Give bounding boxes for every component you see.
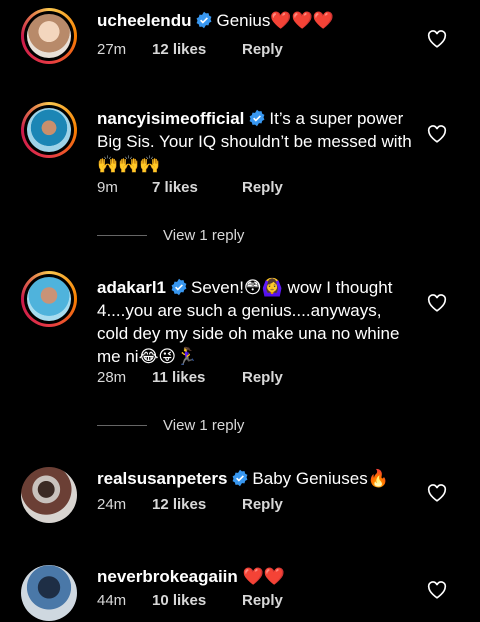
comment-meta: 28m 11 likes Reply bbox=[97, 369, 283, 386]
likes-count[interactable]: 12 likes bbox=[152, 496, 242, 513]
comment-meta: 27m 12 likes Reply bbox=[97, 41, 283, 58]
username-link[interactable]: nancyisimeofficial bbox=[97, 109, 244, 128]
verified-badge-icon bbox=[232, 469, 248, 487]
username-link[interactable]: realsusanpeters bbox=[97, 469, 227, 488]
comments-feed: ucheelendu Genius❤️❤️❤️ 27m 12 likes Repl… bbox=[0, 0, 480, 622]
divider-line bbox=[97, 235, 147, 236]
timestamp: 24m bbox=[97, 496, 127, 513]
comment-text-block: ucheelendu Genius❤️❤️❤️ bbox=[97, 9, 417, 32]
like-heart-icon[interactable] bbox=[427, 294, 447, 312]
likes-count[interactable]: 12 likes bbox=[152, 41, 242, 58]
verified-badge-icon bbox=[197, 11, 212, 29]
verified-badge-icon bbox=[249, 109, 265, 127]
reply-button[interactable]: Reply bbox=[242, 496, 283, 513]
avatar[interactable] bbox=[21, 8, 77, 64]
view-replies-button[interactable]: View 1 reply bbox=[97, 417, 244, 434]
comment-meta: 44m 10 likes Reply bbox=[97, 592, 283, 609]
like-heart-icon[interactable] bbox=[427, 484, 447, 502]
likes-count[interactable]: 7 likes bbox=[152, 179, 242, 196]
reply-button[interactable]: Reply bbox=[242, 592, 283, 609]
likes-count[interactable]: 10 likes bbox=[152, 592, 242, 609]
timestamp: 28m bbox=[97, 369, 127, 386]
verified-badge-icon bbox=[171, 278, 187, 296]
comment-meta: 24m 12 likes Reply bbox=[97, 496, 283, 513]
avatar[interactable] bbox=[21, 271, 77, 327]
like-heart-icon[interactable] bbox=[427, 125, 447, 143]
view-replies-button[interactable]: View 1 reply bbox=[97, 227, 244, 244]
comment-text-block: realsusanpeters Baby Geniuses🔥 bbox=[97, 467, 417, 490]
comment-text: Baby Geniuses🔥 bbox=[252, 469, 389, 488]
comment-meta: 9m 7 likes Reply bbox=[97, 179, 283, 196]
comment-text: Genius❤️❤️❤️ bbox=[216, 11, 334, 30]
username-link[interactable]: neverbrokeagaiin bbox=[97, 567, 238, 586]
view-replies-label[interactable]: View 1 reply bbox=[163, 227, 244, 244]
timestamp: 44m bbox=[97, 592, 127, 609]
like-heart-icon[interactable] bbox=[427, 30, 447, 48]
username-link[interactable]: ucheelendu bbox=[97, 11, 191, 30]
reply-button[interactable]: Reply bbox=[242, 369, 283, 386]
timestamp: 27m bbox=[97, 41, 127, 58]
comment-text-block: nancyisimeofficial It’s a super power Big… bbox=[97, 107, 417, 176]
reply-button[interactable]: Reply bbox=[242, 179, 283, 196]
reply-button[interactable]: Reply bbox=[242, 41, 283, 58]
comment-text: ❤️❤️ bbox=[242, 567, 285, 586]
divider-line bbox=[97, 425, 147, 426]
avatar[interactable] bbox=[21, 565, 77, 621]
timestamp: 9m bbox=[97, 179, 118, 196]
comment-text-block: neverbrokeagaiin ❤️❤️ bbox=[97, 565, 417, 588]
view-replies-label[interactable]: View 1 reply bbox=[163, 417, 244, 434]
like-heart-icon[interactable] bbox=[427, 581, 447, 599]
avatar[interactable] bbox=[21, 102, 77, 158]
avatar[interactable] bbox=[21, 467, 77, 523]
likes-count[interactable]: 11 likes bbox=[152, 369, 242, 386]
comment-text-block: adakarl1 Seven!😳🙆‍♀️ wow I thought 4....y… bbox=[97, 276, 417, 368]
username-link[interactable]: adakarl1 bbox=[97, 278, 166, 297]
